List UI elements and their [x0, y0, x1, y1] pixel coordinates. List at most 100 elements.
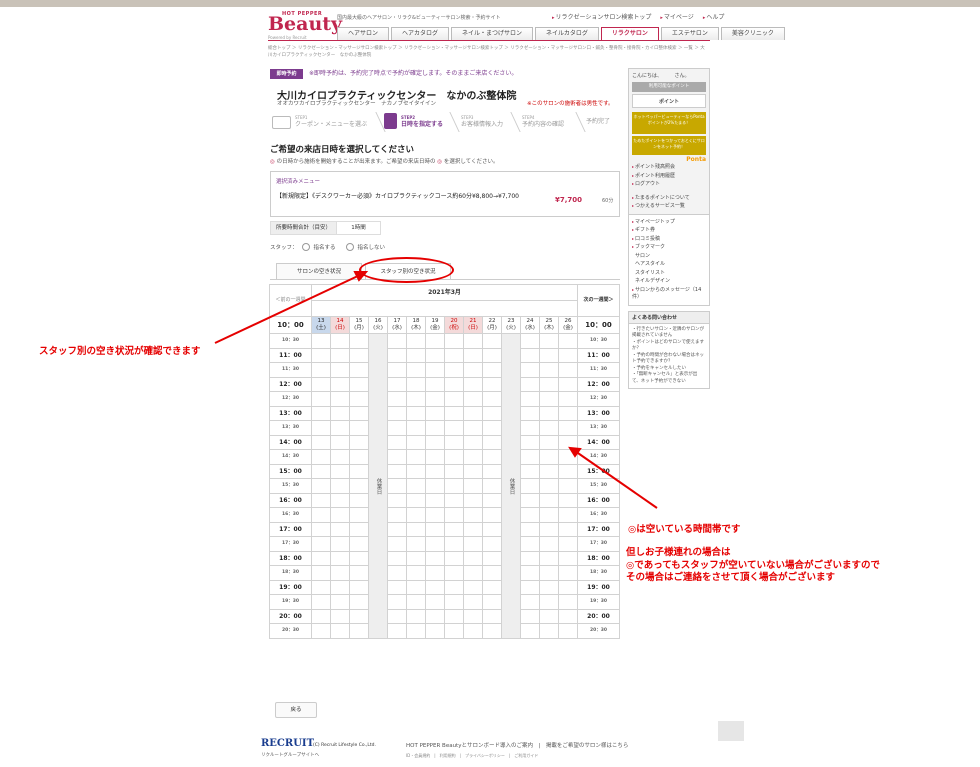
slot-cell[interactable] [444, 333, 464, 349]
slot-cell[interactable] [387, 391, 407, 407]
slot-cell[interactable] [406, 362, 426, 378]
slot-cell[interactable] [406, 405, 426, 421]
slot-cell[interactable] [539, 478, 559, 494]
slot-cell[interactable] [482, 536, 502, 552]
slot-cell[interactable] [330, 521, 350, 537]
slot-cell[interactable] [330, 376, 350, 392]
slot-cell[interactable] [539, 565, 559, 581]
slot-cell[interactable] [311, 565, 331, 581]
slot-cell[interactable] [463, 608, 483, 624]
slot-cell[interactable] [558, 478, 578, 494]
faq-item[interactable]: 行きたいサロン・近隣のサロンが掲載されていません [632, 327, 706, 340]
slot-cell[interactable] [558, 420, 578, 436]
slot-cell[interactable] [444, 434, 464, 450]
slot-cell[interactable] [311, 391, 331, 407]
slot-cell[interactable] [406, 391, 426, 407]
slot-cell[interactable] [406, 594, 426, 610]
slot-cell[interactable] [311, 579, 331, 595]
slot-cell[interactable] [349, 347, 369, 363]
slot-cell[interactable] [444, 376, 464, 392]
slot-cell[interactable] [406, 565, 426, 581]
slot-cell[interactable] [406, 550, 426, 566]
slot-cell[interactable] [311, 434, 331, 450]
sidebar-sublink[interactable]: ヘアスタイル [632, 260, 706, 269]
slot-cell[interactable] [444, 391, 464, 407]
group-site-link[interactable]: リクルートグループサイトへ [261, 752, 319, 758]
slot-cell[interactable] [444, 463, 464, 479]
footer-links[interactable]: HOT PEPPER Beautyとサロンボード導入のご案内 | 掲載をご希望の… [406, 741, 628, 749]
slot-cell[interactable] [444, 507, 464, 523]
slot-cell[interactable] [330, 391, 350, 407]
slot-cell[interactable] [387, 521, 407, 537]
slot-cell[interactable] [444, 478, 464, 494]
slot-cell[interactable] [406, 333, 426, 349]
slot-cell[interactable] [482, 420, 502, 436]
slot-cell[interactable] [558, 565, 578, 581]
slot-cell[interactable] [387, 347, 407, 363]
slot-cell[interactable] [387, 608, 407, 624]
slot-cell[interactable] [520, 347, 540, 363]
slot-cell[interactable] [349, 420, 369, 436]
slot-cell[interactable] [330, 492, 350, 508]
slot-cell[interactable] [539, 492, 559, 508]
slot-cell[interactable] [311, 362, 331, 378]
slot-cell[interactable] [387, 594, 407, 610]
slot-cell[interactable] [349, 550, 369, 566]
sidebar-sublink[interactable]: ネイルデザイン [632, 277, 706, 286]
slot-cell[interactable] [330, 594, 350, 610]
slot-cell[interactable] [311, 550, 331, 566]
slot-cell[interactable] [406, 347, 426, 363]
slot-cell[interactable] [330, 478, 350, 494]
slot-cell[interactable] [539, 362, 559, 378]
slot-cell[interactable] [482, 333, 502, 349]
slot-cell[interactable] [482, 463, 502, 479]
nav-tab-hair[interactable]: ヘアサロン [337, 27, 390, 40]
slot-cell[interactable] [482, 478, 502, 494]
slot-cell[interactable] [406, 608, 426, 624]
slot-cell[interactable] [330, 608, 350, 624]
slot-cell[interactable] [520, 623, 540, 639]
sidebar-link[interactable]: ブックマーク [632, 243, 706, 252]
slot-cell[interactable] [349, 608, 369, 624]
slot-cell[interactable] [482, 550, 502, 566]
slot-cell[interactable] [482, 507, 502, 523]
slot-cell[interactable] [387, 376, 407, 392]
slot-cell[interactable] [520, 594, 540, 610]
slot-cell[interactable] [425, 376, 445, 392]
slot-cell[interactable] [349, 478, 369, 494]
sidebar-link[interactable]: 口コミ投稿 [632, 235, 706, 244]
slot-cell[interactable] [482, 594, 502, 610]
slot-cell[interactable] [520, 333, 540, 349]
slot-cell[interactable] [387, 434, 407, 450]
slot-cell[interactable] [444, 347, 464, 363]
slot-cell[interactable] [558, 623, 578, 639]
ponta-promo-2[interactable]: ためたポイントをつかっておとくにサロンをネット予約！ [632, 136, 706, 155]
slot-cell[interactable] [387, 449, 407, 465]
slot-cell[interactable] [349, 463, 369, 479]
slot-cell[interactable] [463, 333, 483, 349]
slot-cell[interactable] [387, 536, 407, 552]
back-button[interactable]: 戻る [275, 702, 317, 718]
slot-cell[interactable] [425, 507, 445, 523]
slot-cell[interactable] [482, 405, 502, 421]
radio-nominate[interactable] [301, 243, 310, 251]
slot-cell[interactable] [463, 391, 483, 407]
slot-cell[interactable] [444, 536, 464, 552]
slot-cell[interactable] [387, 405, 407, 421]
slot-cell[interactable] [463, 376, 483, 392]
slot-cell[interactable] [406, 521, 426, 537]
slot-cell[interactable] [558, 376, 578, 392]
slot-cell[interactable] [482, 449, 502, 465]
slot-cell[interactable] [539, 507, 559, 523]
slot-cell[interactable] [444, 565, 464, 581]
slot-cell[interactable] [482, 623, 502, 639]
slot-cell[interactable] [463, 347, 483, 363]
slot-cell[interactable] [520, 362, 540, 378]
slot-cell[interactable] [539, 594, 559, 610]
slot-cell[interactable] [425, 536, 445, 552]
slot-cell[interactable] [463, 550, 483, 566]
slot-cell[interactable] [520, 608, 540, 624]
slot-cell[interactable] [558, 608, 578, 624]
slot-cell[interactable] [425, 623, 445, 639]
slot-cell[interactable] [539, 420, 559, 436]
